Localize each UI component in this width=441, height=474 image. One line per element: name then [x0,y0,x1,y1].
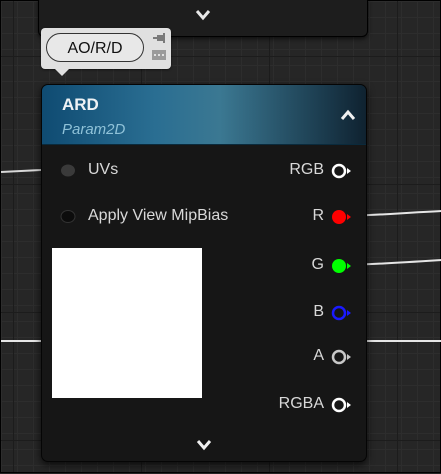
texture-param-node[interactable]: ARD Param2D UVs Apply View MipBias RGB R [41,84,367,462]
pin-circle-icon[interactable] [330,257,352,275]
comment-bubble[interactable]: AO/R/D [41,28,171,76]
pin-label: R [312,207,324,224]
pin-circle-icon[interactable] [330,162,352,180]
comment-options-icon[interactable] [152,50,166,60]
output-pin-b[interactable]: B [232,302,352,326]
pin-label: G [311,256,324,273]
pin-icon[interactable] [152,32,166,44]
output-pin-r[interactable]: R [232,206,352,230]
texture-preview [52,248,202,398]
pin-circle-icon[interactable] [60,210,76,223]
pin-circle-icon[interactable] [330,208,352,226]
node-header[interactable]: ARD Param2D [42,85,366,145]
comment-label[interactable]: AO/R/D [46,33,144,62]
output-pin-rgba[interactable]: RGBA [232,394,352,418]
node-subtitle: Param2D [62,121,126,138]
output-pin-rgb[interactable]: RGB [232,160,352,184]
pin-circle-icon[interactable] [60,164,76,177]
chevron-down-icon[interactable] [196,439,212,451]
pin-circle-icon[interactable] [330,348,352,366]
chevron-up-icon[interactable] [340,109,356,121]
pin-label: RGB [289,161,324,178]
pin-label: B [313,303,324,320]
pin-label: RGBA [278,395,324,412]
pin-circle-icon[interactable] [330,396,352,414]
chevron-down-icon[interactable] [195,8,211,22]
pin-label: UVs [88,161,119,178]
output-pin-g[interactable]: G [232,255,352,279]
pin-circle-icon[interactable] [330,304,352,322]
pin-label: Apply View MipBias [88,207,229,224]
node-title: ARD [62,95,99,114]
pin-label: A [313,347,324,364]
output-pin-a[interactable]: A [232,346,352,370]
